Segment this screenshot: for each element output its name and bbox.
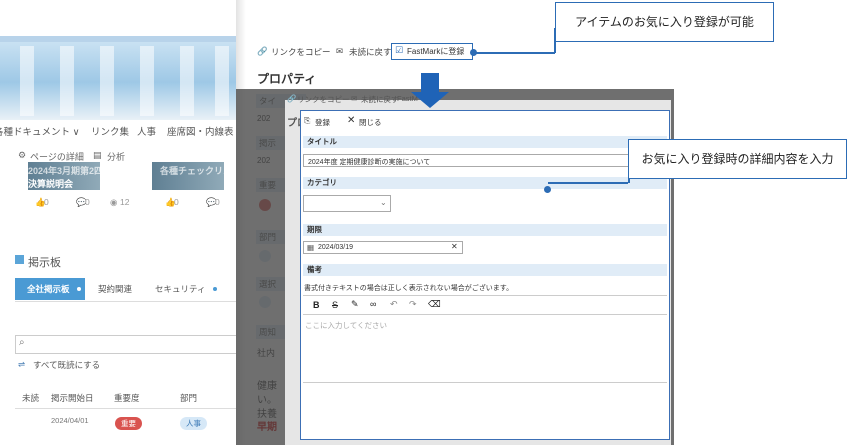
tab-label: 契約関連 (98, 284, 133, 294)
search-input[interactable]: ⌕ (15, 335, 236, 354)
section-deadline: 期限 (303, 224, 667, 236)
importance-badge: 重要 (115, 417, 142, 430)
callout-connector (548, 182, 628, 184)
mark-unread-button[interactable]: 未読に戻す (349, 46, 392, 58)
arrow-down-icon (411, 92, 449, 108)
close-icon[interactable]: ✕ (347, 115, 355, 126)
new-dot (213, 287, 217, 291)
card-pretitle: 2024年3月期第2四半期 (28, 166, 122, 176)
card-pretitle: 各種チェックリスト (160, 166, 236, 176)
divider (303, 382, 667, 383)
copy-link-button: リンクをコピー (297, 95, 350, 104)
property-title: プロパティ (257, 72, 317, 86)
callout-dot (544, 186, 551, 193)
section-title: タイトル (303, 136, 667, 148)
nav-item-docs[interactable]: 各種ドキュメント ∨ (0, 124, 80, 138)
chart-icon: ▤ (93, 150, 102, 160)
deadline-input[interactable]: ▦ 2024/03/19 ✕ (303, 241, 463, 254)
col-importance: 重要度 (114, 393, 140, 403)
favorite-register-form: ⎘ 登録 ✕ 閉じる タイトル 2024年度 定期健康診断の実施について カテゴ… (300, 110, 670, 440)
deadline-value: 2024/03/19 (318, 244, 354, 251)
view-count: 12 (120, 197, 130, 207)
col-unread: 未読 (22, 393, 40, 403)
like-count: 0 (174, 197, 179, 207)
note-placeholder: ここに入力してください (305, 321, 388, 330)
eraser-icon[interactable]: ⌫ (428, 299, 441, 310)
like-count: 0 (44, 197, 49, 207)
chevron-down-icon: ⌄ (380, 198, 387, 207)
callout-dot (470, 49, 477, 56)
hero-banner (0, 36, 236, 120)
pen-icon[interactable]: ✎ (351, 299, 359, 310)
portal-background: 各種ドキュメント ∨ リンク集 人事 座席図・内線表 ⚙ ページの詳細 ▤ 分析… (0, 0, 236, 445)
analysis-link[interactable]: 分析 (107, 150, 125, 163)
tab-contracts[interactable]: 契約関連 (98, 278, 132, 300)
register-button[interactable]: 登録 (315, 117, 330, 128)
mark-unread-button: 未読に戻す (361, 95, 399, 104)
link-icon[interactable]: 🔗 (257, 46, 268, 57)
title-input[interactable]: 2024年度 定期健康診断の実施について (303, 154, 667, 167)
news-card-2[interactable]: 各種チェックリスト (152, 162, 236, 190)
mail-icon: ✉ (351, 94, 358, 103)
tab-label: セキュリティ (155, 284, 206, 294)
table-row[interactable]: 2024/04/01 重要 人事 (15, 412, 236, 434)
rich-text-warning: 書式付きテキストの場合は正しく表示されない場合がございます。 (304, 285, 514, 292)
section-note: 備考 (303, 264, 667, 276)
callout-connector (473, 52, 555, 54)
divider (15, 301, 236, 302)
clear-icon[interactable]: ✕ (451, 242, 458, 251)
dept-badge: 人事 (180, 417, 207, 430)
fastmark-label: FastMarkに登録 (407, 47, 465, 56)
checkbox-icon: ☑ (395, 45, 404, 55)
mark-all-read-link[interactable]: すべて既読にする (33, 359, 100, 371)
calendar-icon[interactable]: ▦ (307, 243, 314, 252)
nav-item-links[interactable]: リンク集 (91, 124, 129, 138)
tab-label: 全社掲示板 (27, 284, 70, 294)
board-icon (15, 255, 24, 264)
category-select[interactable]: ⌄ (303, 195, 391, 212)
tab-security[interactable]: セキュリティ (155, 278, 206, 300)
row-date: 2024/04/01 (51, 416, 89, 425)
strike-icon[interactable]: S (332, 300, 338, 310)
board-title: 掲示板 (28, 257, 61, 269)
undo-icon[interactable]: ↶ (390, 299, 398, 310)
note-editor[interactable]: ここに入力してください (303, 317, 667, 382)
callout-detail: お気に入り登録時の詳細内容を入力 (628, 139, 847, 179)
news-card-1[interactable]: 2024年3月期第2四半期 決算説明会 (28, 162, 121, 190)
view-icon: ◉ (110, 197, 118, 207)
link-icon[interactable]: ∞ (370, 299, 376, 309)
close-button[interactable]: 閉じる (359, 117, 382, 128)
gear-icon[interactable]: ⚙ (18, 150, 26, 161)
fastmark-button[interactable]: ☑ FastMarkに登録 (391, 43, 473, 60)
nav-item-seating[interactable]: 座席図・内線表 (167, 124, 234, 138)
comment-count: 0 (215, 197, 220, 207)
mark-read-icon[interactable]: ⇌ (18, 359, 25, 370)
bold-icon[interactable]: B (313, 300, 320, 310)
link-icon: 🔗 (287, 94, 297, 103)
register-icon[interactable]: ⎘ (304, 116, 310, 126)
col-start-date: 掲示開始日 (51, 393, 94, 403)
copy-link-button[interactable]: リンクをコピー (271, 46, 331, 58)
nav-item-hr[interactable]: 人事 (137, 124, 156, 138)
comment-count: 0 (85, 197, 90, 207)
new-dot (77, 287, 81, 291)
tab-company-board[interactable]: 全社掲示板 (15, 278, 85, 300)
editor-toolbar: B S ✎ ∞ ↶ ↷ ⌫ (303, 295, 667, 315)
search-icon: ⌕ (19, 337, 25, 348)
divider (15, 408, 236, 409)
redo-icon[interactable]: ↷ (409, 299, 417, 310)
header-strip (0, 36, 236, 42)
col-dept: 部門 (180, 393, 198, 403)
callout-favorite: アイテムのお気に入り登録が可能 (555, 2, 774, 42)
mail-icon[interactable]: ✉ (336, 46, 343, 57)
card-title: 決算説明会 (28, 179, 74, 189)
